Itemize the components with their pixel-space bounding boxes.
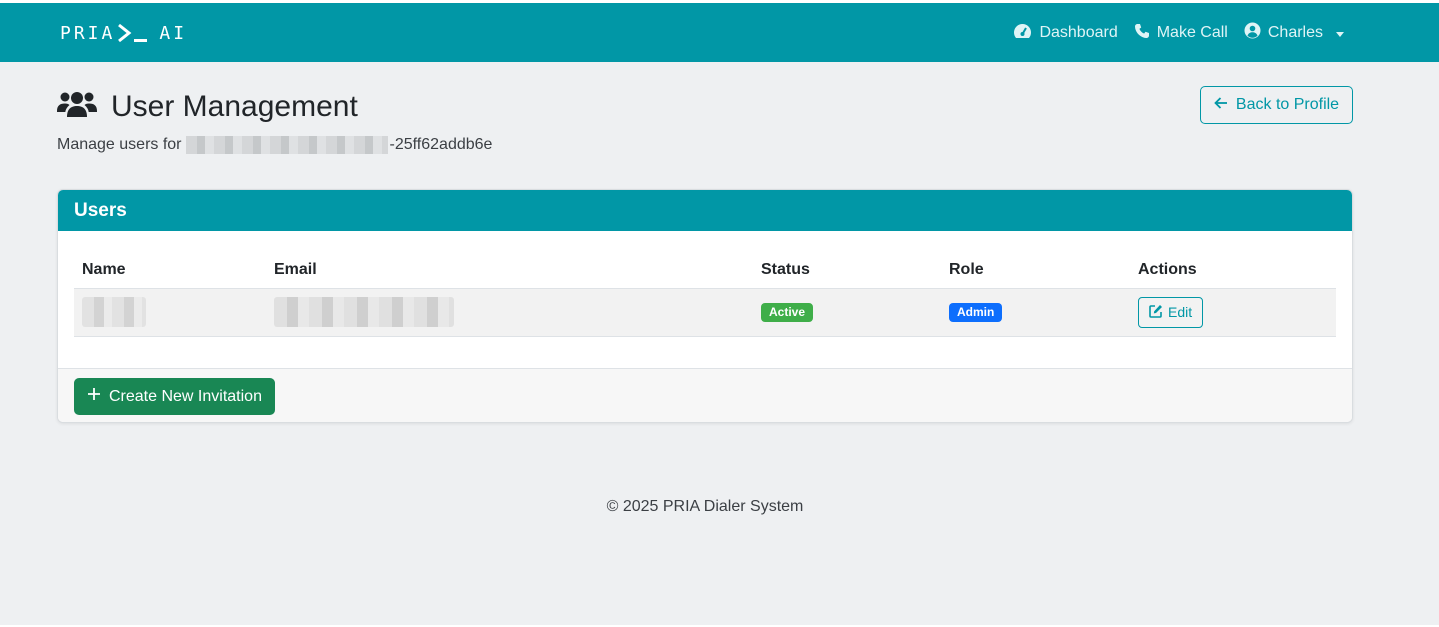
nav-links: Dashboard Make Call Charles — [1013, 21, 1344, 45]
redacted-user-name — [82, 297, 146, 327]
role-badge: Admin — [949, 302, 1003, 322]
column-header-status: Status — [753, 252, 941, 289]
table-header-row: Name Email Status Role Actions — [74, 252, 1336, 289]
cell-role: Admin — [941, 288, 1130, 337]
terminal-prompt-icon — [117, 22, 151, 44]
dashboard-gauge-icon — [1013, 23, 1032, 44]
page: PRIA AI Dashboard Make Call Charles User… — [0, 3, 1439, 625]
cell-name — [74, 288, 266, 337]
nav-make-call-label: Make Call — [1156, 24, 1228, 41]
subtitle-prefix: Manage users for — [57, 136, 182, 153]
users-card-title: Users — [74, 200, 127, 221]
users-card: Users Name Email Status Role Actions Act… — [57, 189, 1353, 423]
cell-actions: Edit — [1130, 288, 1336, 337]
logo-text-right: AI — [159, 22, 188, 44]
brand-logo[interactable]: PRIA AI — [60, 20, 187, 46]
nav-make-call-link[interactable]: Make Call — [1134, 23, 1228, 44]
subtitle-suffix: -25ff62addb6e — [389, 136, 493, 153]
users-table: Name Email Status Role Actions Active Ad… — [74, 252, 1336, 337]
logo-text-left: PRIA — [60, 22, 116, 44]
table-row: Active Admin Edit — [74, 288, 1336, 337]
users-card-header: Users — [58, 190, 1352, 231]
create-invitation-button[interactable]: Create New Invitation — [74, 378, 275, 415]
users-group-icon — [57, 90, 97, 125]
phone-icon — [1134, 23, 1150, 44]
cell-email — [266, 288, 753, 337]
nav-user-label: Charles — [1267, 24, 1323, 41]
redacted-organization-id — [185, 136, 388, 154]
nav-user-menu[interactable]: Charles — [1244, 22, 1344, 44]
page-subtitle: Manage users for -25ff62addb6e — [57, 136, 492, 154]
plus-icon — [87, 387, 101, 406]
status-badge: Active — [761, 302, 814, 322]
arrow-left-icon — [1214, 96, 1228, 114]
back-to-profile-label: Back to Profile — [1235, 96, 1340, 113]
navbar: PRIA AI Dashboard Make Call Charles — [0, 3, 1439, 62]
user-circle-icon — [1244, 22, 1261, 44]
column-header-email: Email — [266, 252, 753, 289]
nav-dashboard-label: Dashboard — [1039, 24, 1118, 41]
edit-icon — [1149, 304, 1163, 321]
column-header-role: Role — [941, 252, 1130, 289]
page-footer: © 2025 PRIA Dialer System — [0, 498, 1410, 516]
edit-user-label: Edit — [1168, 304, 1193, 320]
column-header-name: Name — [74, 252, 266, 289]
page-title: User Management — [111, 90, 358, 123]
page-title-row: User Management — [57, 87, 358, 127]
nav-dashboard-link[interactable]: Dashboard — [1013, 23, 1118, 44]
footer-copyright: © 2025 PRIA Dialer System — [606, 498, 804, 515]
back-to-profile-button[interactable]: Back to Profile — [1200, 86, 1353, 124]
create-invitation-label: Create New Invitation — [109, 387, 262, 405]
chevron-down-icon — [1336, 31, 1344, 37]
cell-status: Active — [753, 288, 941, 337]
users-card-footer: Create New Invitation — [58, 368, 1352, 422]
column-header-actions: Actions — [1130, 252, 1336, 289]
edit-user-button[interactable]: Edit — [1138, 296, 1204, 328]
redacted-user-email — [274, 297, 454, 327]
